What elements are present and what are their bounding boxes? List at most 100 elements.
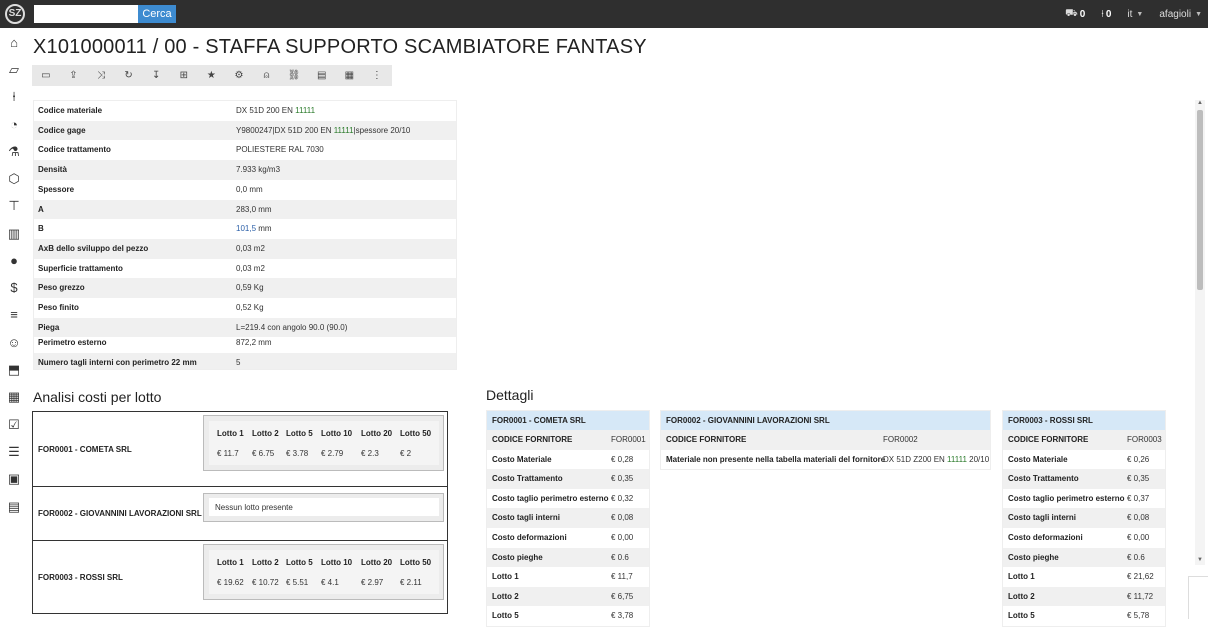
lotto-header: Lotto 20 [361, 429, 393, 438]
detail-value: € 0,37 [1127, 493, 1150, 503]
user-button[interactable]: ⍝ [253, 65, 281, 86]
value-text: 0,0 mm [236, 184, 263, 194]
value-text: 5 [236, 357, 241, 367]
supplier-card: FOR0003 - ROSSI SRL CODICE FORNITORE FOR00… [1002, 410, 1166, 627]
document-icon[interactable]: ▤ [7, 500, 21, 514]
detail-label: Costo Trattamento [1008, 474, 1079, 484]
monitor-button[interactable]: ▭ [32, 65, 60, 86]
clipboard-button[interactable]: ▤ [308, 65, 336, 86]
lotto-header: Lotto 10 [321, 558, 353, 567]
property-row: Codice materiale DX 51D 200 EN 11111 [34, 101, 456, 121]
bars-icon[interactable]: ≡ [7, 308, 21, 322]
lotto-header: Lotto 5 [286, 558, 313, 567]
analisi-row: FOR0001 - COMETA SRL Lotto 1 € 11.7 Lotto 2… [33, 412, 447, 487]
tag-icon[interactable]: ⬒ [7, 363, 21, 377]
detail-value: € 0,32 [611, 493, 634, 503]
clock-icon[interactable]: ◔ [7, 118, 21, 132]
detail-value: € 0,26 [1127, 454, 1150, 464]
app-logo[interactable]: SZ [5, 4, 25, 24]
report-icon[interactable]: ▣ [7, 472, 21, 486]
property-label: Perimetro esterno [38, 338, 107, 347]
shuffle-button[interactable]: ⤨ [87, 65, 115, 86]
user-icon[interactable]: ● [7, 254, 21, 268]
detail-label: Costo pieghe [1008, 552, 1059, 562]
value-text: POLIESTERE RAL 7030 [236, 145, 324, 155]
detail-row: Lotto 2 € 11,72 [1003, 586, 1165, 607]
calendar-button[interactable]: ▦ [336, 65, 364, 86]
value-text: 872,2 mm [236, 338, 272, 347]
lotto-header: Lotto 1 [217, 558, 244, 567]
folder-icon[interactable]: ▱ [7, 63, 21, 77]
detail-label: Costo taglio perimetro esterno [492, 493, 609, 503]
property-value: Y9800247|DX 51D 200 EN 11111|spessore 20… [236, 126, 410, 135]
dollar-icon[interactable]: $ [7, 281, 21, 295]
property-row: Perimetro esterno 872,2 mm [34, 333, 456, 353]
language-dropdown[interactable]: it ▼ [1127, 9, 1143, 20]
detail-value: € 0.6 [611, 552, 629, 562]
top-right-menu: ⛟ 0 ⍿ 0 it ▼ afagioli ▼ [1049, 0, 1202, 28]
star-button[interactable]: ★ [198, 65, 226, 86]
building-icon[interactable]: ▥ [7, 227, 21, 241]
vertical-scrollbar[interactable]: ▲ ▼ [1195, 100, 1205, 565]
lotto-value: € 5.51 [286, 578, 309, 587]
lotto-header: Lotto 2 [252, 429, 279, 438]
property-value: 7.933 kg/m3 [236, 165, 280, 174]
supplier-card: FOR0002 - GIOVANNINI LAVORAZIONI SRL CODI… [660, 410, 991, 471]
property-label: Densità [38, 165, 67, 175]
value-suffix: mm [256, 224, 272, 234]
pin-icon[interactable]: ⍿ [7, 90, 21, 104]
detail-value: € 0,08 [1127, 513, 1150, 523]
link-button[interactable]: ⛓ [280, 65, 308, 86]
value-highlight: 101,5 [236, 224, 257, 234]
scroll-down-icon[interactable]: ▼ [1195, 557, 1205, 565]
search-button[interactable]: Cerca [138, 5, 176, 23]
search-input[interactable] [34, 5, 138, 23]
hierarchy-button[interactable]: ⊞ [170, 65, 198, 86]
home-icon[interactable]: ⌂ [7, 36, 21, 50]
scroll-up-icon[interactable]: ▲ [1195, 100, 1205, 108]
user-dropdown[interactable]: afagioli ▼ [1159, 9, 1202, 20]
detail-row: CODICE FORNITORE FOR0001 [487, 430, 649, 450]
detail-label: CODICE FORNITORE [492, 435, 573, 444]
chevron-down-icon: ▼ [1136, 10, 1144, 18]
sitemap-icon[interactable]: ⊤ [7, 199, 21, 213]
property-row: A 283,0 mm [34, 199, 456, 220]
pin-button[interactable]: ↧ [142, 65, 170, 86]
more-button[interactable]: ⋮ [363, 65, 391, 86]
detail-label: Costo deformazioni [1008, 532, 1083, 542]
lotto-box: Lotto 1 € 19.62 Lotto 2 € 10.72 Lotto 5 € 5.5… [203, 544, 444, 600]
detail-label: Materiale non presente nella tabella mat… [666, 454, 886, 464]
scroll-thumb[interactable] [1197, 110, 1203, 290]
detail-value: € 11,7 [611, 572, 633, 582]
detail-label: Lotto 1 [1008, 572, 1035, 582]
property-value: 872,2 mm [236, 338, 272, 347]
upload-button[interactable]: ⇪ [60, 65, 88, 86]
property-row: AxB dello sviluppo del pezzo 0,03 m2 [34, 238, 456, 259]
detail-value: € 0,35 [611, 474, 634, 484]
cart-count: 0 [1079, 8, 1086, 20]
detail-label: Costo deformazioni [492, 532, 567, 542]
box-icon[interactable]: ⬡ [7, 172, 21, 186]
pin-button[interactable]: ⍿ 0 [1101, 9, 1111, 20]
detail-value: € 0,00 [611, 532, 634, 542]
detail-label: Costo taglio perimetro esterno [1008, 493, 1125, 503]
checklist-icon[interactable]: ☑ [7, 418, 21, 432]
flask-icon[interactable]: ⚗ [7, 145, 21, 159]
support-icon[interactable]: ☺ [7, 336, 21, 350]
detail-value: € 0,00 [1127, 532, 1150, 542]
property-value: 283,0 mm [236, 205, 272, 214]
list-icon[interactable]: ☰ [7, 445, 21, 459]
property-value: 5 [236, 358, 240, 367]
lotto-header: Lotto 2 [252, 558, 279, 567]
detail-row: Lotto 1 € 21,62 [1003, 567, 1165, 587]
lotto-header: Lotto 1 [217, 429, 244, 438]
gear-button[interactable]: ⚙ [225, 65, 253, 86]
calendar-icon[interactable]: ▦ [7, 390, 21, 404]
cart-button[interactable]: ⛟ 0 [1065, 8, 1085, 21]
property-row: Peso finito 0,52 Kg [34, 298, 456, 318]
property-row: Densità 7.933 kg/m3 [34, 160, 456, 180]
share-button[interactable]: ↻ [115, 65, 143, 86]
lotto-header: Lotto 5 [286, 429, 313, 438]
detail-value: € 11,72 [1127, 591, 1154, 601]
pin-count: 0 [1105, 8, 1112, 20]
